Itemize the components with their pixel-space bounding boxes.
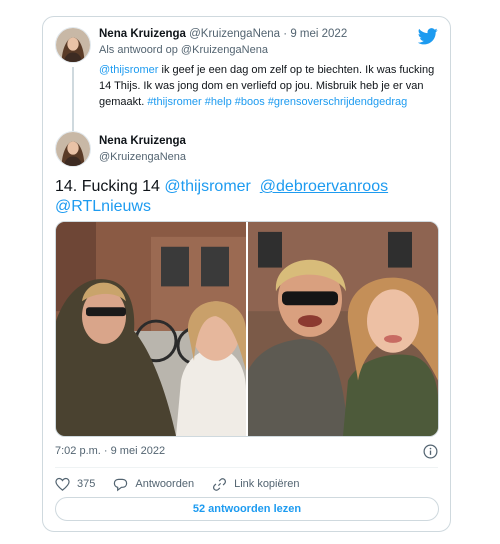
action-bar: 375 Antwoorden Link kopiëren [55,475,318,493]
twitter-bird-icon[interactable] [418,28,438,45]
read-replies-button[interactable]: 52 antwoorden lezen [55,497,439,521]
author-name[interactable]: Nena Kruizenga [99,135,186,147]
like-count: 375 [77,478,96,490]
reply-text: @thijsromer ik geef je een dag om zelf o… [99,62,443,110]
tweet-text: 14. Fucking 14 @thijsromer @debroervanro… [55,177,445,217]
link-icon [213,477,227,491]
reply-button[interactable]: Antwoorden [113,477,194,492]
reply-icon [114,478,128,491]
reply-label: Antwoorden [135,478,195,490]
author-handle[interactable]: @KruizengaNena [99,151,186,163]
photo-left[interactable] [56,222,246,436]
divider [55,467,438,468]
like-button[interactable]: 375 [55,477,95,492]
reply-separator: · [283,28,288,40]
hashtag-link[interactable]: #thijsromer [147,96,201,108]
mention-link[interactable]: @RTLnieuws [55,198,151,215]
tweet-timestamp[interactable]: 7:02 p.m. · 9 mei 2022 [55,445,165,457]
embedded-tweet-card: Nena Kruizenga @KruizengaNena · 9 mei 20… [42,16,451,532]
hashtag-link[interactable]: #boos [235,96,265,108]
reply-author-handle[interactable]: @KruizengaNena [189,28,280,40]
reply-date[interactable]: 9 mei 2022 [290,28,347,40]
mention-link[interactable]: @debroervanroos [260,178,388,195]
hashtag-link[interactable]: #grensoverschrijdendgedrag [268,96,407,108]
mention-link[interactable]: @thijsromer [99,64,158,76]
reply-header: Nena Kruizenga @KruizengaNena · 9 mei 20… [99,28,347,40]
photo-right[interactable] [248,222,438,436]
reply-avatar[interactable] [55,27,91,63]
copy-link-button[interactable]: Link kopiëren [212,477,300,492]
hashtag-link[interactable]: #help [205,96,232,108]
copy-link-label: Link kopiëren [234,478,300,490]
tweet-text-body: 14. Fucking 14 [55,178,165,195]
mention-link[interactable]: @thijsromer [164,178,250,195]
replying-to-label: Als antwoord op @KruizengaNena [99,44,268,56]
reply-author-name[interactable]: Nena Kruizenga [99,28,186,40]
info-icon[interactable] [423,444,438,459]
tweet-media[interactable] [55,221,439,437]
thread-connector-line [72,67,74,131]
heart-icon [55,477,70,491]
author-avatar[interactable] [55,131,91,167]
